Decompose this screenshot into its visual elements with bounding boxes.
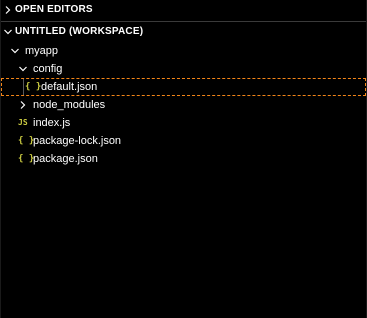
tree-item-config[interactable]: config bbox=[1, 60, 366, 78]
chevron-right-icon bbox=[18, 96, 28, 114]
tree-item-package-json[interactable]: { } package.json bbox=[1, 150, 366, 168]
chevron-down-icon bbox=[10, 42, 20, 60]
tree-item-myapp[interactable]: myapp bbox=[1, 42, 366, 60]
open-editors-header[interactable]: OPEN EDITORS bbox=[1, 0, 366, 20]
tree-item-label: myapp bbox=[25, 45, 59, 57]
file-tree: myapp config { } default.json node_modul… bbox=[1, 42, 366, 168]
tree-item-label: index.js bbox=[33, 117, 71, 129]
tree-item-label: package-lock.json bbox=[33, 135, 122, 147]
json-file-icon: { } bbox=[18, 136, 35, 146]
tree-item-label: package.json bbox=[33, 153, 98, 165]
tree-item-index-js[interactable]: JS index.js bbox=[1, 114, 366, 132]
explorer-panel: OPEN EDITORS UNTITLED (WORKSPACE) myapp bbox=[0, 0, 367, 318]
tree-item-package-lock-json[interactable]: { } package-lock.json bbox=[1, 132, 366, 150]
json-file-icon: { } bbox=[18, 154, 35, 164]
workspace-label: UNTITLED (WORKSPACE) bbox=[15, 26, 144, 37]
tree-item-label: config bbox=[33, 63, 63, 75]
tree-item-node-modules[interactable]: node_modules bbox=[1, 96, 366, 114]
tree-item-default-json[interactable]: { } default.json bbox=[1, 78, 366, 96]
chevron-right-icon bbox=[3, 0, 13, 20]
tree-item-label: default.json bbox=[41, 81, 98, 93]
json-file-icon: { } bbox=[25, 82, 42, 92]
chevron-down-icon bbox=[3, 22, 13, 42]
open-editors-label: OPEN EDITORS bbox=[15, 4, 93, 15]
javascript-file-icon: JS bbox=[18, 118, 28, 127]
tree-item-label: node_modules bbox=[33, 99, 106, 111]
workspace-header[interactable]: UNTITLED (WORKSPACE) bbox=[1, 22, 366, 42]
chevron-down-icon bbox=[18, 60, 28, 78]
